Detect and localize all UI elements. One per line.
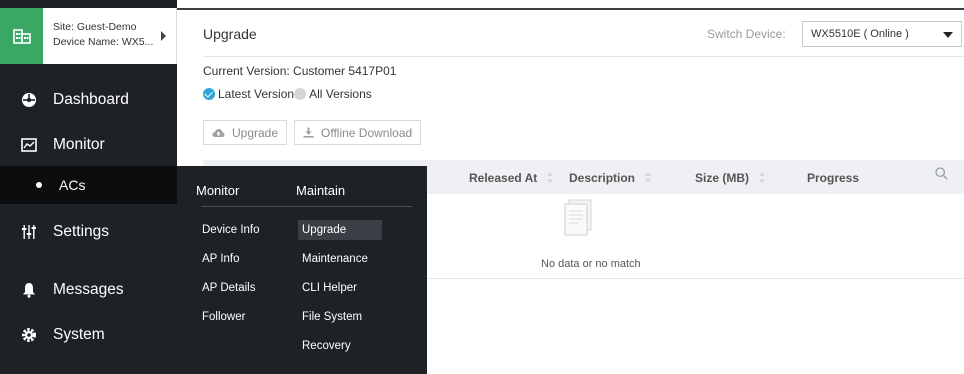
version-filter: Latest Version All Versions: [203, 86, 372, 102]
page-title: Upgrade: [203, 26, 257, 42]
sidebar-item-system[interactable]: System: [0, 315, 177, 355]
menu-item-upgrade[interactable]: Upgrade: [298, 220, 382, 240]
device-select-value: WX5510E ( Online ): [811, 28, 909, 40]
menu-item-ap-details[interactable]: AP Details: [202, 282, 255, 294]
sidebar-item-label: Messages: [53, 281, 124, 298]
radio-latest-version[interactable]: [203, 88, 215, 100]
sliders-icon: [20, 223, 38, 241]
building-icon: [0, 8, 43, 64]
menu-item-maintenance[interactable]: Maintenance: [302, 253, 368, 265]
sort-icon[interactable]: [547, 172, 554, 184]
radio-latest-label[interactable]: Latest Version: [218, 87, 294, 101]
radio-all-versions[interactable]: [294, 88, 307, 100]
device-select[interactable]: WX5510E ( Online ): [802, 21, 962, 47]
app-root: Site: Guest-Demo Device Name: WX5... Das…: [0, 0, 964, 374]
sidebar-item-label: Settings: [53, 223, 110, 240]
menu-item-follower[interactable]: Follower: [202, 311, 245, 323]
column-header-description[interactable]: Description: [569, 171, 652, 185]
sidebar-item-label: Monitor: [53, 136, 105, 153]
upgrade-button[interactable]: Upgrade: [203, 120, 288, 145]
sidebar-item-monitor[interactable]: Monitor: [0, 125, 177, 165]
flyout-divider: [201, 206, 412, 207]
search-icon[interactable]: [935, 167, 948, 185]
site-name: Site: Guest-Demo: [53, 21, 137, 33]
dashboard-icon: [20, 91, 38, 109]
header-divider: [203, 56, 964, 57]
sidebar-item-label: Dashboard: [53, 91, 129, 108]
empty-document-icon: [564, 199, 594, 242]
offline-download-label: Offline Download: [321, 125, 413, 140]
column-header-size[interactable]: Size (MB): [695, 171, 765, 185]
offline-download-button[interactable]: Offline Download: [294, 120, 422, 145]
device-name: Device Name: WX5...: [53, 36, 154, 48]
cloud-upload-icon: [212, 128, 225, 138]
bullet-dot-icon: [36, 182, 42, 188]
column-header-released-at[interactable]: Released At: [469, 171, 554, 185]
flyout-header-monitor: Monitor: [196, 183, 240, 198]
menu-item-recovery[interactable]: Recovery: [302, 340, 351, 352]
current-version: Current Version: Customer 5417P01: [203, 64, 397, 78]
sidebar-item-label: ACs: [59, 177, 86, 193]
caret-right-icon: [161, 31, 166, 41]
menu-item-file-system[interactable]: File System: [302, 311, 362, 323]
sort-icon[interactable]: [645, 172, 652, 184]
menu-item-cli-helper[interactable]: CLI Helper: [302, 282, 357, 294]
gear-icon: [20, 326, 38, 344]
radio-all-label[interactable]: All Versions: [309, 87, 372, 101]
sort-icon[interactable]: [759, 172, 765, 184]
switch-device-label: Switch Device:: [707, 27, 786, 41]
download-icon: [303, 127, 314, 138]
monitor-flyout-menu: Monitor Maintain Device Info AP Info AP …: [177, 166, 427, 374]
sidebar-item-label: System: [53, 326, 105, 343]
bell-icon: [20, 281, 38, 299]
sidebar-item-messages[interactable]: Messages: [0, 270, 177, 310]
empty-table-message: No data or no match: [541, 258, 641, 270]
menu-item-ap-info[interactable]: AP Info: [202, 253, 240, 265]
chevron-down-icon: [943, 32, 953, 38]
upgrade-button-label: Upgrade: [232, 125, 279, 140]
sidebar-item-dashboard[interactable]: Dashboard: [0, 80, 177, 120]
column-header-progress: Progress: [807, 171, 860, 185]
page-header: Upgrade Switch Device: WX5510E ( Online …: [177, 8, 964, 56]
sidebar: Site: Guest-Demo Device Name: WX5... Das…: [0, 0, 177, 374]
flyout-header-maintain: Maintain: [296, 183, 346, 198]
monitor-icon: [20, 136, 38, 154]
site-selector[interactable]: Site: Guest-Demo Device Name: WX5...: [0, 8, 177, 64]
sidebar-item-acs[interactable]: ACs: [0, 166, 177, 204]
menu-item-device-info[interactable]: Device Info: [202, 224, 260, 236]
sidebar-item-settings[interactable]: Settings: [0, 212, 177, 252]
